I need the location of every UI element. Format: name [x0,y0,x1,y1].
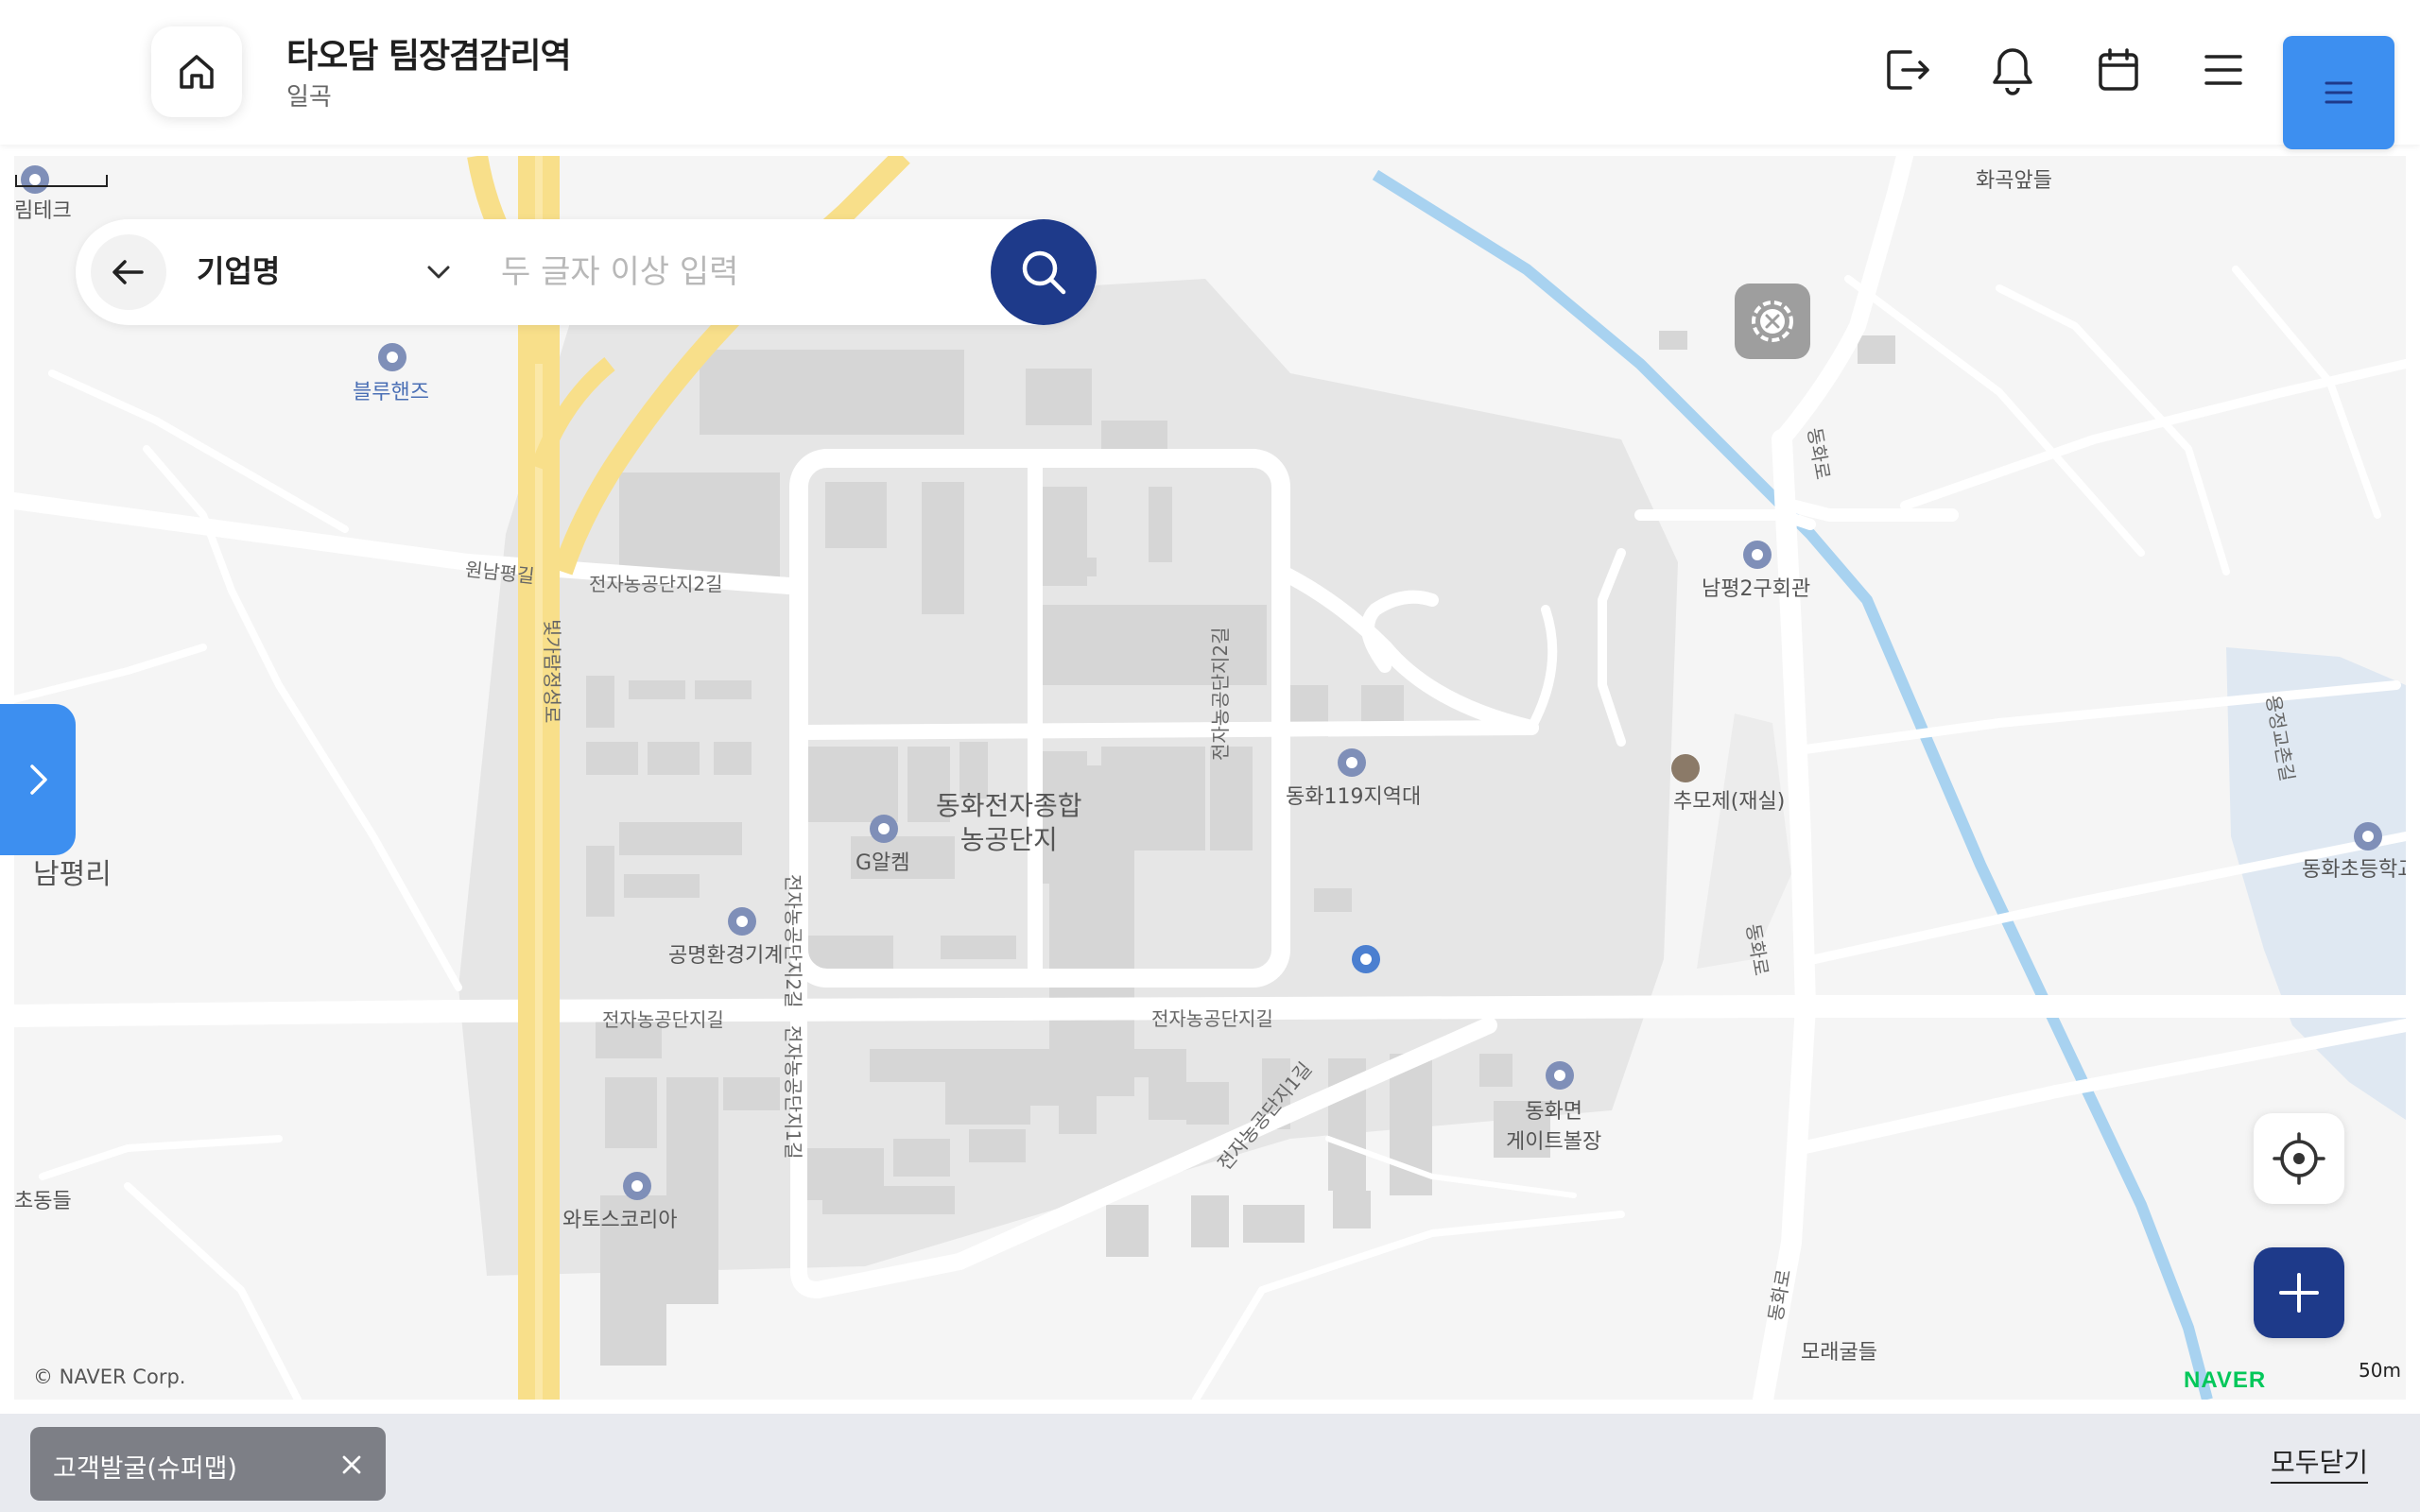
side-menu-button[interactable] [2283,36,2394,149]
settings-tools-icon [1752,301,1793,342]
company-marker[interactable] [623,1172,651,1200]
side-panel-toggle[interactable] [0,704,76,855]
map-label-gateball-line1: 동화면 [1525,1100,1582,1124]
notification-button[interactable] [1982,40,2043,100]
top-header: 타오담 팀장겸감리역 일곡 [0,0,2420,149]
arrow-left-icon [112,260,144,284]
search-input[interactable] [501,242,955,302]
app-root: 타오담 팀장겸감리역 일곡 림테크 블루핸즈 남평리 초동들 동화전자종합 농공… [0,0,2420,1512]
road-label: 전자농공단지2길 [782,874,804,1008]
current-location-button[interactable] [2254,1113,2344,1204]
plus-icon [2279,1273,2319,1313]
back-button[interactable] [91,234,166,310]
map-label-chodongdeul: 초동들 [14,1190,72,1213]
school-marker[interactable] [2354,822,2382,850]
road-label: 전자농공단지2길 [1209,627,1232,761]
chip-label: 고객발굴(슈퍼맵) [53,1454,237,1484]
map-label-gateball: 동화면 게이트볼장 [1506,1094,1601,1155]
map-label-fire-station: 동화119지역대 [1286,785,1422,809]
chevron-down-icon[interactable] [422,255,456,289]
map-label-watos: 와토스코리아 [562,1209,678,1232]
calendar-button[interactable] [2088,40,2149,100]
home-button[interactable] [151,26,242,117]
map-label-gongmyeong: 공명환경기계 [668,944,784,968]
page-title: 타오담 팀장겸감리역 [286,37,572,76]
map-label-galchem: G알켐 [856,851,910,875]
map-label-complex: 동화전자종합 농공단지 [936,789,1082,857]
search-icon [1022,250,1066,295]
map-roads [14,156,2406,1400]
map-view[interactable]: 림테크 블루핸즈 남평리 초동들 동화전자종합 농공단지 G알켐 공명환경기계 … [14,156,2406,1400]
scale-bar [15,175,108,187]
map-label-school: 동화초등학교 [2302,858,2406,882]
map-label-nampyeongri: 남평리 [33,858,112,891]
company-marker[interactable] [870,815,898,843]
road-label: 전자농공단지1길 [782,1025,804,1160]
map-label-hwagok: 화곡앞들 [1976,169,2052,193]
parking-marker[interactable] [1352,945,1380,973]
calendar-icon [2099,48,2138,91]
road-label: 빛가람정성로 [541,619,563,724]
chevron-right-icon [30,765,47,795]
page-subtitle: 일곡 [286,83,332,112]
add-button[interactable] [2254,1247,2344,1338]
map-label-bluehands: 블루핸즈 [353,381,429,404]
crosshair-icon [2273,1132,2325,1185]
logout-icon [1887,50,1929,90]
map-label-complex-line2: 농공단지 [959,824,1058,855]
search-type-select[interactable]: 기업명 [197,248,280,291]
company-marker[interactable] [728,907,756,936]
search-bar: 기업명 [76,219,1097,325]
menu-icon [2204,55,2242,85]
bell-icon [1993,48,2032,95]
road-label: 전자농공단지2길 [589,573,723,595]
shrine-marker[interactable] [1671,754,1700,782]
map-label-complex-line1: 동화전자종합 [936,790,1082,821]
close-all-link[interactable]: 모두닫기 [2271,1442,2369,1484]
bottom-tab-bar: 고객발굴(슈퍼맵) 모두닫기 [0,1414,2420,1512]
open-tab-chip[interactable]: 고객발굴(슈퍼맵) [30,1427,386,1501]
search-button[interactable] [991,219,1097,325]
map-label-gateball-line2: 게이트볼장 [1506,1130,1602,1154]
map-label-hall: 남평2구회관 [1702,577,1811,601]
map-label-moraegul: 모래굴들 [1801,1341,1877,1365]
map-copyright: © NAVER Corp. [33,1366,186,1388]
hamburger-icon [2325,81,2353,104]
road-label: 전자농공단지길 [1151,1007,1273,1030]
menu-button[interactable] [2193,40,2254,100]
chip-close-button[interactable] [333,1446,371,1484]
fire-station-marker[interactable] [1338,748,1366,777]
naver-logo: NAVER [2184,1367,2267,1393]
repair-shop-marker[interactable] [378,343,406,371]
logout-button[interactable] [1877,40,1938,100]
close-icon [342,1455,361,1474]
scale-label: 50m [2359,1359,2401,1382]
tools-button[interactable] [1735,284,1810,359]
map-label-limtech: 림테크 [14,199,72,223]
gateball-marker[interactable] [1546,1061,1574,1090]
home-icon [180,55,214,89]
map-label-chumoje: 추모제(재실) [1673,790,1786,814]
road-label: 전자농공단지길 [602,1008,724,1031]
community-hall-marker[interactable] [1743,541,1772,569]
